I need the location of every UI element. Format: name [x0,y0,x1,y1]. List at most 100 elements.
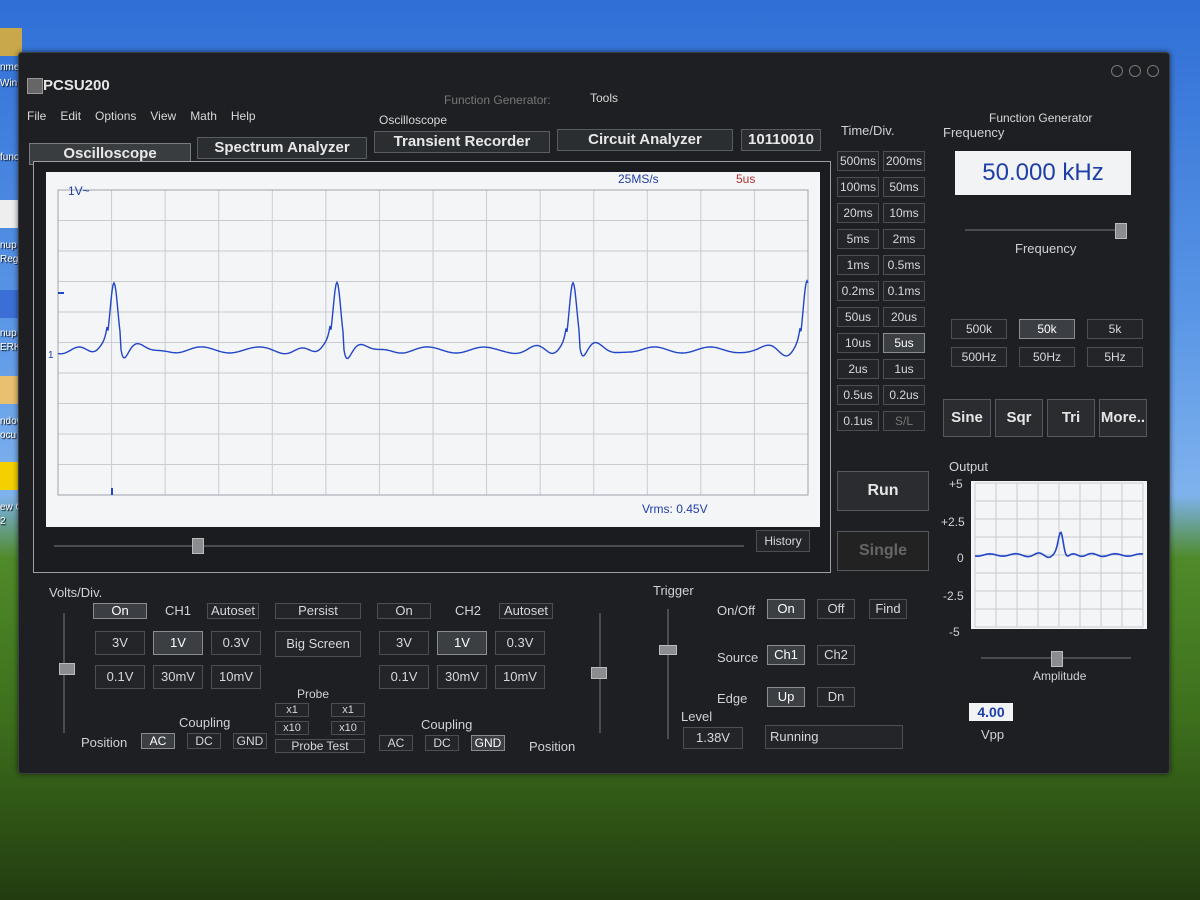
timediv-button[interactable]: 2ms [883,229,925,249]
timediv-button[interactable]: 50us [837,307,879,327]
ch1-volts-button[interactable]: 30mV [153,665,203,689]
ch2-probe-x1[interactable]: x1 [331,703,365,717]
trigger-source-ch2[interactable]: Ch2 [817,645,855,665]
ch1-volts-button[interactable]: 0.1V [95,665,145,689]
timediv-button[interactable]: 5ms [837,229,879,249]
ch2-coupling-button[interactable]: GND [471,735,505,751]
ch2-coupling-button[interactable]: DC [425,735,459,751]
tab-spectrum-analyzer[interactable]: Spectrum Analyzer [197,137,367,159]
probe-test-button[interactable]: Probe Test [275,739,365,753]
output-tick: +5 [949,477,963,491]
timediv-button[interactable]: 10ms [883,203,925,223]
timediv-button[interactable]: 0.5us [837,385,879,405]
trigger-off-button[interactable]: Off [817,599,855,619]
timediv-button[interactable]: 2us [837,359,879,379]
ch1-on-button[interactable]: On [93,603,147,619]
ch1-probe-x1[interactable]: x1 [275,703,309,717]
timediv-button[interactable]: 20us [883,307,925,327]
ch2-volts-button[interactable]: 1V [437,631,487,655]
ch2-volts-button[interactable]: 30mV [437,665,487,689]
menu-view[interactable]: View [150,109,176,123]
tools-menu[interactable]: Tools [590,91,618,105]
frequency-slider-track[interactable] [965,229,1125,231]
window-controls [1111,65,1159,77]
persist-button[interactable]: Persist [275,603,361,619]
menu-help[interactable]: Help [231,109,256,123]
trigger-source-ch1[interactable]: Ch1 [767,645,805,665]
frequency-range-button[interactable]: 500Hz [951,347,1007,367]
ch1-volts-button[interactable]: 1V [153,631,203,655]
frequency-range-button[interactable]: 5Hz [1087,347,1143,367]
scope-screen[interactable]: 1V~ 25MS/s 5us Vrms: 0.45V 1 [46,172,820,527]
timediv-button[interactable]: 0.1ms [883,281,925,301]
timediv-button[interactable]: 500ms [837,151,879,171]
tab-transient-recorder[interactable]: Transient Recorder [374,131,550,153]
amplitude-value[interactable]: 4.00 [969,703,1013,721]
trigger-level-knob[interactable] [659,645,677,655]
timediv-button[interactable]: 20ms [837,203,879,223]
trigger-on-button[interactable]: On [767,599,805,619]
timediv-button[interactable]: 1ms [837,255,879,275]
ch2-probe-x10[interactable]: x10 [331,721,365,735]
timediv-button[interactable]: 10us [837,333,879,353]
timediv-button[interactable]: S/L [883,411,925,431]
ch2-volts-button[interactable]: 10mV [495,665,545,689]
frequency-range-button[interactable]: 500k [951,319,1007,339]
ch2-on-button[interactable]: On [377,603,431,619]
ch2-volts-button[interactable]: 0.3V [495,631,545,655]
menu-options[interactable]: Options [95,109,136,123]
pcsu200-window: PCSU200 File Edit Options View Math Help… [18,52,1170,774]
waveform-button[interactable]: Sine [943,399,991,437]
waveform-button[interactable]: More.. [1099,399,1147,437]
trigger-edge-dn[interactable]: Dn [817,687,855,707]
menu-math[interactable]: Math [190,109,217,123]
tab-circuit-analyzer[interactable]: Circuit Analyzer [557,129,733,151]
timediv-button[interactable]: 100ms [837,177,879,197]
ch2-coupling-button[interactable]: AC [379,735,413,751]
ch1-coupling-button[interactable]: DC [187,733,221,749]
menu-file[interactable]: File [27,109,46,123]
ch1-position-knob[interactable] [59,663,75,675]
timediv-button[interactable]: 0.1us [837,411,879,431]
minimize-icon[interactable] [1111,65,1123,77]
tab-logic-analyzer[interactable]: 10110010 [741,129,821,151]
maximize-icon[interactable] [1129,65,1141,77]
ch2-position-knob[interactable] [591,667,607,679]
ch1-probe-x10[interactable]: x10 [275,721,309,735]
scope-scroll-knob[interactable] [192,538,204,554]
ch2-volts-button[interactable]: 0.1V [379,665,429,689]
timediv-button[interactable]: 0.5ms [883,255,925,275]
ch1-coupling-button[interactable]: GND [233,733,267,749]
timediv-button[interactable]: 5us [883,333,925,353]
menu-edit[interactable]: Edit [60,109,81,123]
ch1-autoset-button[interactable]: Autoset [207,603,259,619]
function-generator-menu[interactable]: Function Generator: [444,93,551,107]
waveform-button[interactable]: Tri [1047,399,1095,437]
frequency-range-button[interactable]: 50Hz [1019,347,1075,367]
ch2-volts-button[interactable]: 3V [379,631,429,655]
amplitude-slider-knob[interactable] [1051,651,1063,667]
timediv-button[interactable]: 0.2us [883,385,925,405]
frequency-slider-knob[interactable] [1115,223,1127,239]
trigger-edge-up[interactable]: Up [767,687,805,707]
trigger-find-button[interactable]: Find [869,599,907,619]
frequency-range-button[interactable]: 5k [1087,319,1143,339]
history-button[interactable]: History [756,530,810,552]
big-screen-button[interactable]: Big Screen [275,631,361,657]
timediv-button[interactable]: 1us [883,359,925,379]
timediv-button[interactable]: 50ms [883,177,925,197]
frequency-range-button[interactable]: 50k [1019,319,1075,339]
ch2-autoset-button[interactable]: Autoset [499,603,553,619]
ch1-volts-button[interactable]: 0.3V [211,631,261,655]
scope-scroll-track[interactable] [54,545,744,547]
ch1-volts-button[interactable]: 10mV [211,665,261,689]
close-icon[interactable] [1147,65,1159,77]
run-button[interactable]: Run [837,471,929,511]
timediv-button[interactable]: 200ms [883,151,925,171]
single-button[interactable]: Single [837,531,929,571]
timediv-button[interactable]: 0.2ms [837,281,879,301]
waveform-button[interactable]: Sqr [995,399,1043,437]
trigger-level-track[interactable] [667,609,669,739]
ch1-volts-button[interactable]: 3V [95,631,145,655]
ch1-coupling-button[interactable]: AC [141,733,175,749]
